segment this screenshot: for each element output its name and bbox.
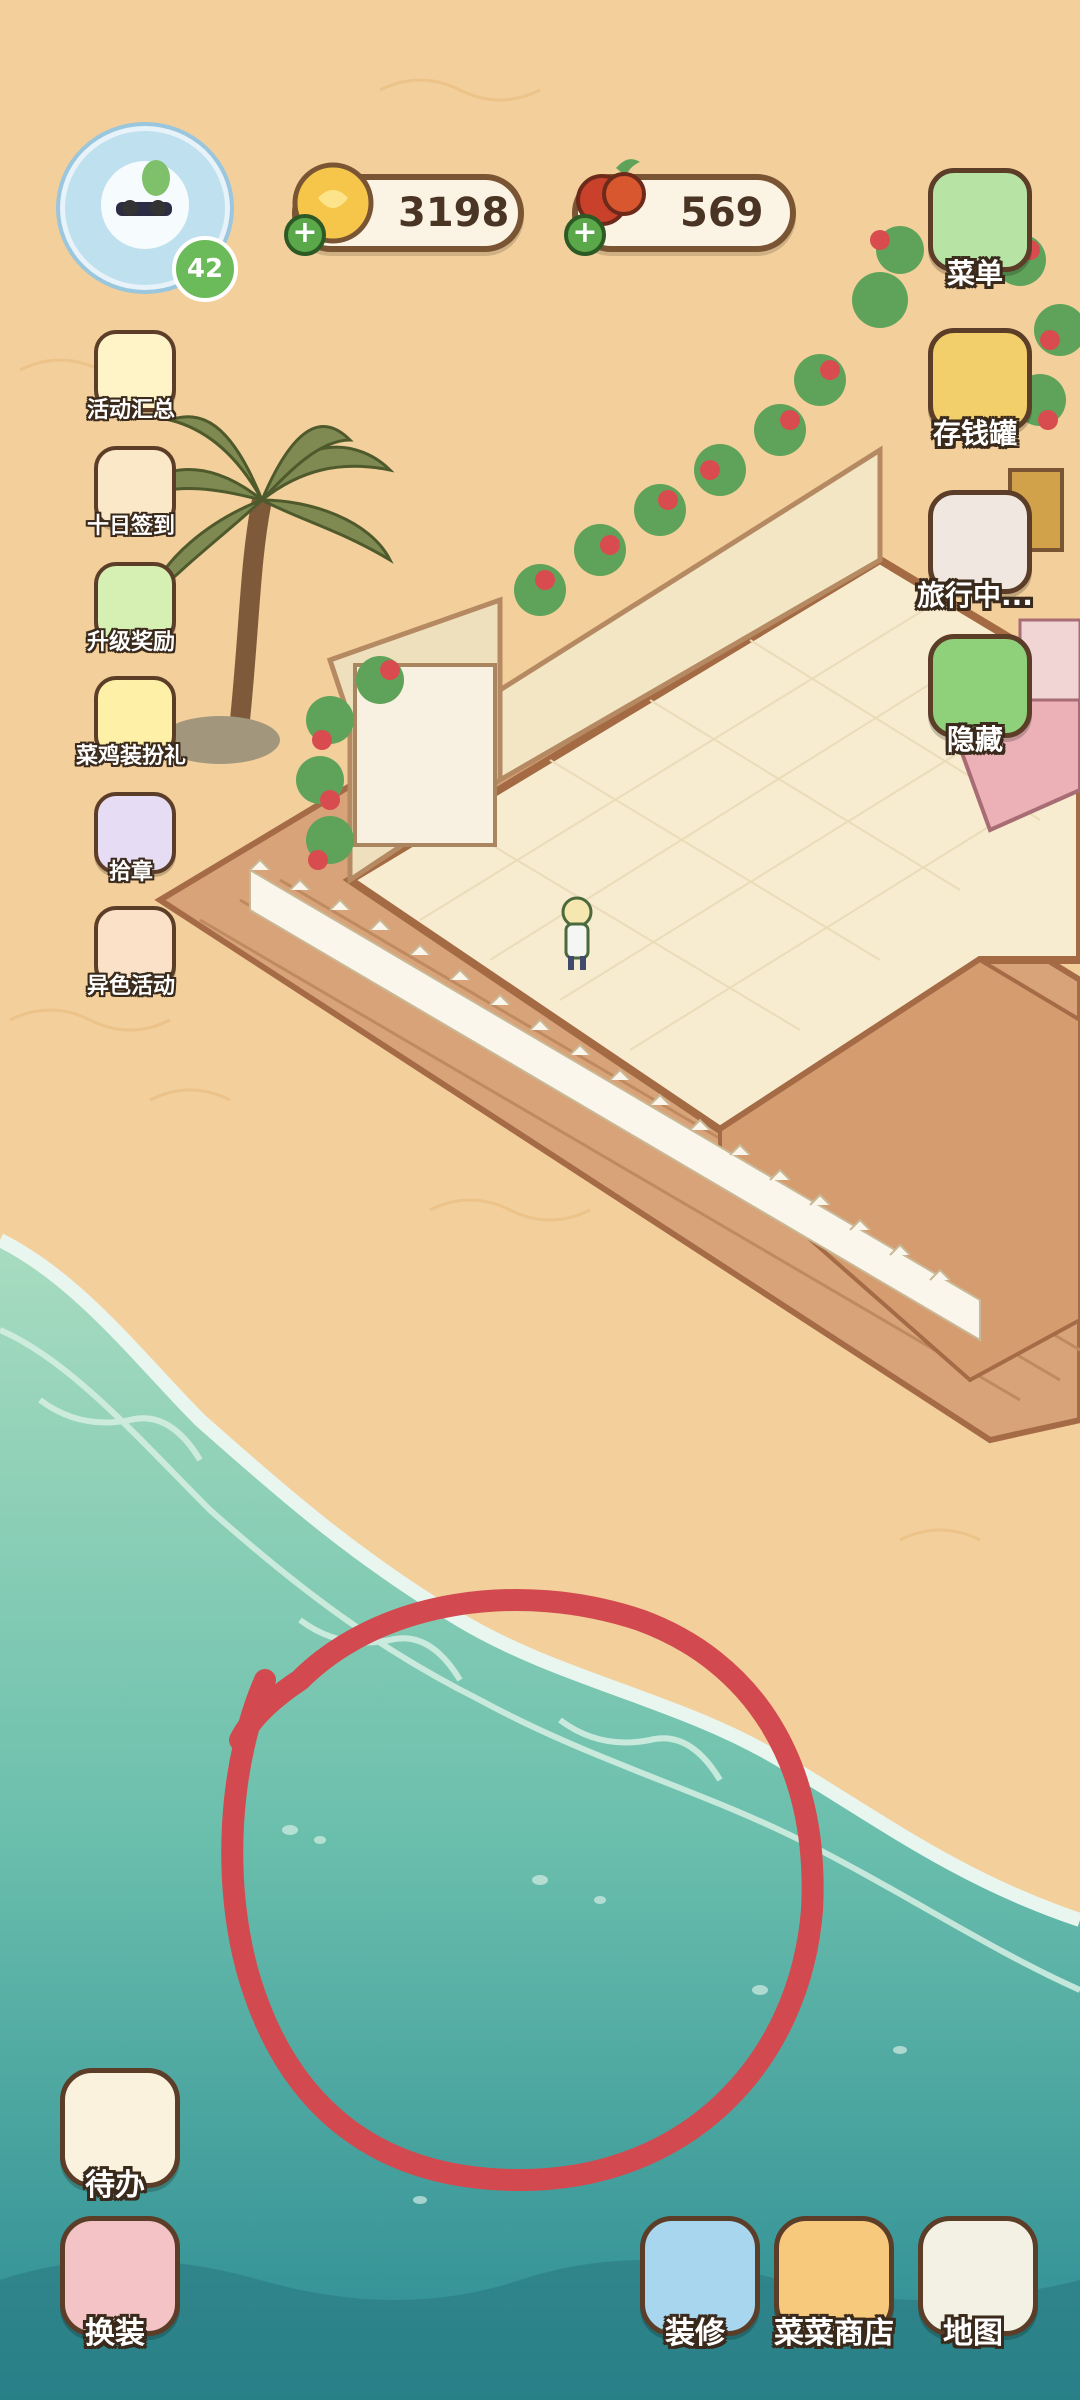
map-label: 地图 [943, 2316, 1003, 2351]
dress-up-label: 换装 [85, 2316, 145, 2351]
coin-count: 3198 [398, 190, 510, 236]
menu-button[interactable]: 菜单 [910, 168, 1040, 298]
chick-outfit-gift-label: 菜鸡装扮礼 [76, 744, 187, 769]
todo-label: 待办 [85, 2168, 145, 2203]
ten-day-checkin-label: 十日签到 [86, 514, 175, 539]
level-badge: 42 [172, 236, 238, 302]
add-coins-button[interactable]: + [284, 214, 326, 256]
hide-button[interactable]: 隐藏 [910, 634, 1040, 764]
food-count: 569 [680, 190, 764, 236]
level-rewards-label: 升级奖励 [86, 630, 175, 655]
decorate-label: 装修 [665, 2316, 725, 2351]
collect-badges-button[interactable]: 拾章 [76, 792, 186, 902]
traveling-label: 旅行中... [917, 579, 1033, 612]
dress-up-button[interactable]: 换装 [50, 2216, 180, 2356]
variant-event-button[interactable]: 异色活动 [76, 906, 186, 1016]
todo-button[interactable]: 待办 [50, 2068, 180, 2208]
traveling-button[interactable]: 旅行中... [910, 490, 1040, 620]
events-summary-label: 活动汇总 [86, 398, 175, 423]
ten-day-checkin-button[interactable]: 十日签到 [76, 446, 186, 556]
piggy-bank-label: 存钱罐 [932, 417, 1017, 450]
veggie-shop-button[interactable]: 菜菜商店 [764, 2216, 904, 2356]
piggy-bank-button[interactable]: 存钱罐 [910, 328, 1040, 458]
level-rewards-button[interactable]: 升级奖励 [76, 562, 186, 672]
hide-label: 隐藏 [946, 723, 1003, 756]
chick-outfit-gift-button[interactable]: 菜鸡装扮礼 [76, 676, 186, 786]
decorate-button[interactable]: 装修 [630, 2216, 760, 2356]
menu-label: 菜单 [946, 257, 1003, 290]
collect-badges-label: 拾章 [108, 860, 153, 885]
events-summary-button[interactable]: 活动汇总 [76, 330, 186, 440]
veggie-shop-label: 菜菜商店 [774, 2316, 894, 2351]
player-avatar[interactable]: 42 [50, 126, 238, 302]
map-button[interactable]: 地图 [908, 2216, 1038, 2356]
variant-event-label: 异色活动 [86, 974, 175, 999]
add-food-button[interactable]: + [564, 214, 606, 256]
